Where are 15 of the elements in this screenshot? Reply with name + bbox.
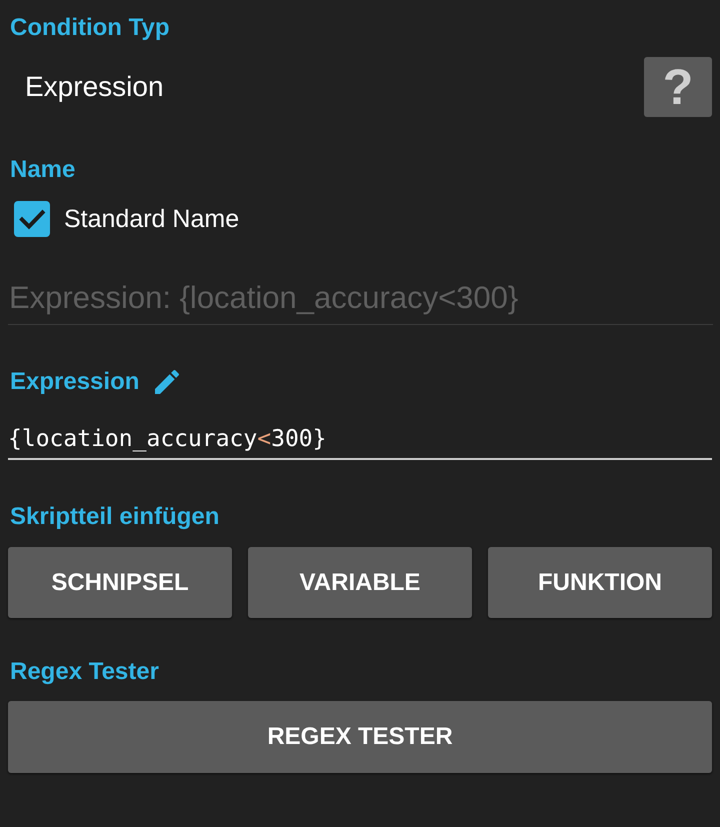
insert-button[interactable]: SCHNIPSEL xyxy=(8,547,232,618)
expression-field[interactable]: {location_accuracy<300} xyxy=(8,420,712,460)
pencil-icon[interactable] xyxy=(155,370,180,394)
checkbox-label[interactable]: Standard Name xyxy=(64,204,240,234)
checkbox[interactable] xyxy=(14,201,50,237)
insert-button[interactable]: FUNKTION xyxy=(488,547,712,618)
section-heading: Condition Typ xyxy=(9,13,170,43)
regex-tester-button[interactable]: REGEX TESTER xyxy=(8,701,712,773)
condition-type-value[interactable]: Expression xyxy=(25,70,164,104)
section-heading: Regex Tester xyxy=(9,657,159,687)
insert-button[interactable]: VARIABLE xyxy=(248,547,472,618)
section-heading: Name xyxy=(9,155,76,185)
section-heading: Skriptteil einfügen xyxy=(9,502,220,532)
help-button[interactable]: ? xyxy=(644,57,712,117)
section-heading: Expression xyxy=(9,367,140,397)
